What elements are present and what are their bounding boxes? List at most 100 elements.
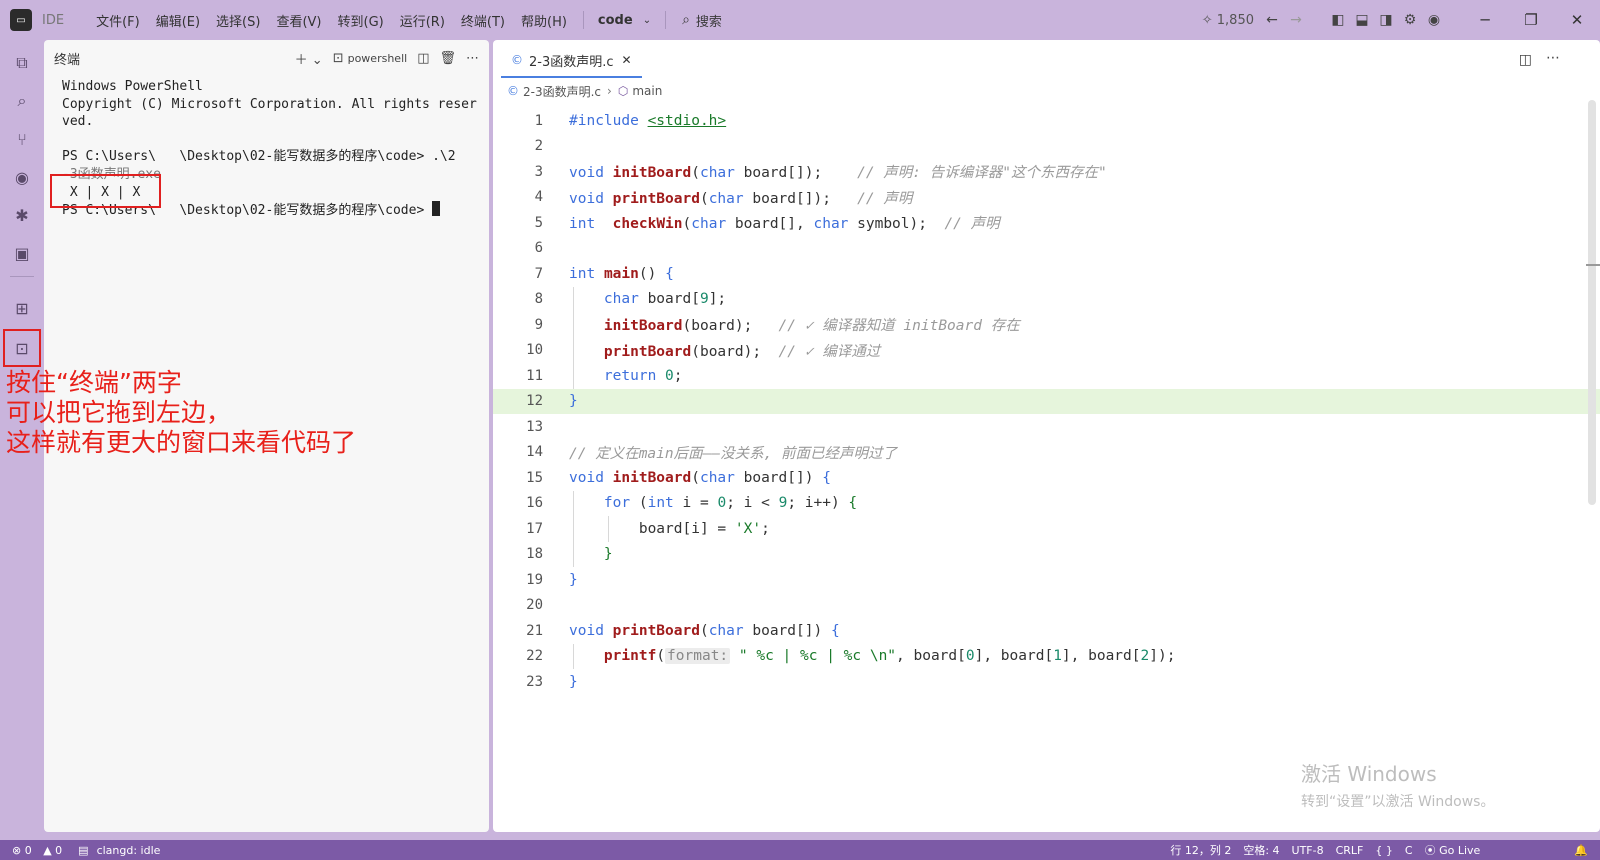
- code-line: 23}: [493, 669, 1600, 695]
- powershell-icon[interactable]: ⊡: [333, 51, 344, 66]
- line-number: 1: [534, 112, 543, 129]
- line-content: #include <stdio.h>: [569, 112, 727, 129]
- line-content: }: [569, 673, 578, 690]
- terminal-title[interactable]: 终端: [54, 49, 285, 68]
- search-code-icon[interactable]: ⌕: [7, 86, 37, 116]
- status-bar: ⊗ 0 ▲ 0 ▤ clangd: idle 行 12，列 2 空格: 4 UT…: [0, 840, 1600, 860]
- line-number: 23: [526, 673, 543, 690]
- explorer-files-icon[interactable]: ⧉: [7, 48, 37, 78]
- more-actions-icon[interactable]: ⋯: [466, 51, 479, 66]
- activity-divider: [10, 276, 34, 277]
- line-number: 4: [534, 189, 543, 206]
- editor-tabs: © 2-3函数声明.c ✕ ◫ ⋯: [493, 40, 1600, 78]
- credits-indicator[interactable]: ✧ 1,850: [1202, 13, 1254, 28]
- indentation[interactable]: 空格: 4: [1243, 842, 1279, 858]
- tab-label: 2-3函数声明.c: [529, 54, 614, 70]
- split-terminal-icon[interactable]: ◫: [417, 51, 429, 66]
- terminal-line: ved.: [62, 114, 94, 130]
- title-right-controls: ✧ 1,850 ← → ◧ ⬓ ◨ ⚙ ◉ ─ ❐ ✕: [1196, 0, 1600, 40]
- breadcrumb-symbol[interactable]: main: [632, 84, 662, 98]
- command-search[interactable]: ⌕ 搜索: [682, 11, 722, 30]
- line-content: void initBoard(char board[]) {: [569, 469, 831, 486]
- remote-monitor-icon[interactable]: ▣: [7, 238, 37, 268]
- line-number: 3: [534, 163, 543, 180]
- toggle-secondary-sidebar-icon[interactable]: ◨: [1374, 12, 1398, 28]
- line-content: }: [603, 546, 613, 563]
- code-line: 7 int main() {: [493, 261, 1600, 287]
- tab-2-3-function-declaration[interactable]: © 2-3函数声明.c ✕: [501, 44, 642, 78]
- debug-bug-icon[interactable]: ✱: [7, 200, 37, 230]
- title-divider: [582, 11, 584, 29]
- menu-help[interactable]: 帮助(H): [513, 11, 575, 30]
- terminal-shell-name[interactable]: powershell: [348, 52, 408, 65]
- problems-indicator[interactable]: ⊗ 0 ▲ 0: [12, 844, 70, 857]
- restore-icon[interactable]: ❐: [1508, 11, 1554, 29]
- go-live-label: Go Live: [1439, 844, 1481, 857]
- menu-goto[interactable]: 转到(G): [330, 11, 392, 30]
- line-content: int main() {: [569, 265, 674, 282]
- close-icon[interactable]: ✕: [1554, 11, 1600, 29]
- chevron-right-icon: ›: [607, 84, 612, 98]
- trash-icon[interactable]: 🗑: [439, 51, 456, 66]
- code-area[interactable]: 1 #include <stdio.h> 2 3 void initBoard(ch…: [493, 108, 1600, 695]
- project-selector[interactable]: code ⌄: [592, 13, 657, 28]
- windows-activation-watermark: 激活 Windows 转到“设置”以激活 Windows。: [1301, 758, 1494, 811]
- lsp-status[interactable]: clangd: idle: [97, 844, 161, 857]
- cursor-position[interactable]: 行 12，列 2: [1170, 842, 1231, 858]
- menu-file[interactable]: 文件(F): [88, 11, 148, 30]
- go-live-button[interactable]: ⦿ Go Live: [1425, 842, 1493, 858]
- source-control-icon[interactable]: ⑂: [7, 124, 37, 154]
- code-line: 11 return 0;: [493, 363, 1600, 389]
- menu-view[interactable]: 查看(V): [268, 11, 329, 30]
- tab-close-icon[interactable]: ✕: [622, 53, 632, 67]
- code-line: 10 printBoard(board); // ✓ 编译通过: [493, 337, 1600, 363]
- line-number: 18: [526, 546, 543, 563]
- account-icon[interactable]: ◉: [1422, 12, 1446, 28]
- terminal-line: PS C:\Users\ \Desktop\02-能写数据多的程序\code> …: [62, 149, 456, 165]
- editor-scrollbar[interactable]: [1588, 100, 1596, 505]
- menu-selection[interactable]: 选择(S): [208, 11, 268, 30]
- line-content: void printBoard(char board[]); // 声明: [569, 190, 913, 207]
- output-icon[interactable]: ▤: [78, 844, 88, 857]
- line-content: for (int i = 0; i < 9; i++) {: [603, 495, 858, 512]
- terminal-icon[interactable]: ⊡: [3, 329, 41, 367]
- braces-icon[interactable]: { }: [1375, 844, 1393, 857]
- notifications-bell-icon[interactable]: 🔔: [1574, 844, 1588, 857]
- terminal-line: Copyright (C) Microsoft Corporation. All…: [62, 96, 477, 112]
- editor-panel: © 2-3函数声明.c ✕ ◫ ⋯ © 2-3函数声明.c › ⬡ main 1…: [493, 40, 1600, 832]
- line-content: }: [569, 393, 578, 410]
- new-terminal-plus-icon[interactable]: ＋ ⌄: [295, 49, 323, 68]
- forward-arrow-icon[interactable]: →: [1284, 12, 1308, 28]
- app-logo-icon[interactable]: ▭: [10, 9, 32, 31]
- breadcrumb-file[interactable]: 2-3函数声明.c: [523, 83, 601, 100]
- file-encoding[interactable]: UTF-8: [1292, 844, 1324, 857]
- terminal-line: Windows PowerShell: [62, 79, 203, 94]
- terminal-header: 终端 ＋ ⌄ ⊡ powershell ◫ 🗑 ⋯: [44, 40, 489, 76]
- annotation-line-2: 可以把它拖到左边，: [6, 398, 232, 427]
- line-ending[interactable]: CRLF: [1336, 844, 1364, 857]
- code-line: 15 void initBoard(char board[]) {: [493, 465, 1600, 491]
- menu-edit[interactable]: 编辑(E): [148, 11, 208, 30]
- code-line: 16 for (int i = 0; i < 9; i++) {: [493, 490, 1600, 516]
- code-line: 14 // 定义在main后面——没关系, 前面已经声明过了: [493, 440, 1600, 466]
- watch-eye-icon[interactable]: ◉: [7, 162, 37, 192]
- code-line: 13: [493, 414, 1600, 440]
- extensions-grid-icon[interactable]: ⊞: [7, 293, 37, 323]
- menu-bar: 文件(F) 编辑(E) 选择(S) 查看(V) 转到(G) 运行(R) 终端(T…: [88, 11, 575, 30]
- toggle-sidebar-icon[interactable]: ◧: [1326, 12, 1350, 28]
- back-arrow-icon[interactable]: ←: [1260, 12, 1284, 28]
- line-number: 14: [526, 444, 543, 461]
- menu-terminal[interactable]: 终端(T): [453, 11, 513, 30]
- language-mode[interactable]: C: [1405, 844, 1413, 857]
- settings-gear-icon[interactable]: ⚙: [1398, 12, 1422, 28]
- code-line: 6: [493, 236, 1600, 262]
- split-editor-icon[interactable]: ◫: [1519, 52, 1532, 68]
- minimize-icon[interactable]: ─: [1462, 11, 1508, 29]
- line-content: printBoard(board); // ✓ 编译通过: [603, 343, 881, 360]
- line-number: 13: [526, 418, 543, 435]
- line-number: 7: [534, 265, 543, 282]
- editor-more-icon[interactable]: ⋯: [1546, 50, 1560, 66]
- toggle-panel-icon[interactable]: ⬓: [1350, 12, 1374, 28]
- error-count: 0: [24, 843, 32, 857]
- menu-run[interactable]: 运行(R): [392, 11, 453, 30]
